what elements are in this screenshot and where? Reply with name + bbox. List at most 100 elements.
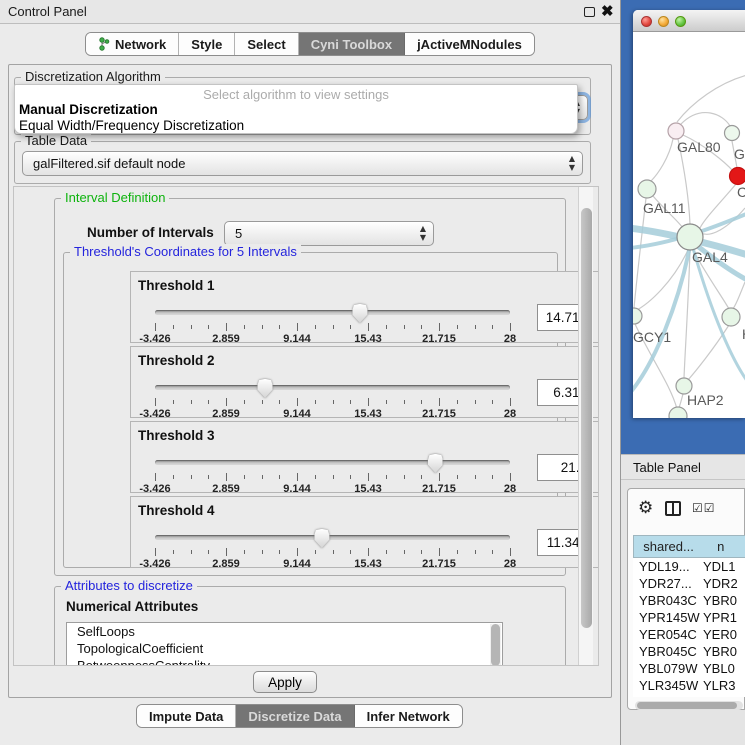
bottom-tab-infer-network[interactable]: Infer Network [355,705,462,727]
cell-name: YBR0 [703,643,745,660]
close-traffic-light[interactable] [641,16,652,27]
dropdown-hint-item[interactable]: Select algorithm to view settings [15,87,577,102]
combo-arrows-icon: ▲▼ [569,154,575,172]
threshold-slider[interactable]: -3.4262.8599.14415.4321.71528 [155,310,510,340]
table-row[interactable]: YIL052CYIL0 [633,694,745,697]
network-node[interactable] [722,308,740,326]
table-data-group-title: Table Data [21,133,91,148]
threshold-label: Threshold 3 [138,428,215,443]
settings-scroll-area: Interval Definition Number of Intervals … [13,186,599,666]
minimize-traffic-light[interactable] [658,16,669,27]
settings-scrollbar-thumb[interactable] [581,208,592,628]
close-icon[interactable]: ✖ [601,2,614,20]
table-row[interactable]: YPR145WYPR1 [633,609,745,626]
node-label-hap2: HAP2 [687,392,724,408]
cell-shared-name: YER054C [633,626,703,643]
threshold-label: Threshold 4 [138,503,215,518]
tab-network[interactable]: Network [86,33,179,55]
threshold-slider[interactable]: -3.4262.8599.14415.4321.71528 [155,460,510,490]
num-intervals-combobox[interactable]: 5 ▲▼ [224,221,434,246]
table-horizontal-scrollbar[interactable] [635,701,743,710]
cell-shared-name: YIL052C [633,694,703,697]
column-header-n[interactable]: n [703,535,745,558]
table-row[interactable]: YBR045CYBR0 [633,643,745,660]
network-window-titlebar[interactable] [633,10,745,32]
network-node[interactable] [668,123,684,139]
gear-icon[interactable]: ⚙ [638,498,653,518]
network-node[interactable] [669,407,687,418]
table-row[interactable]: YER054CYER0 [633,626,745,643]
tab-cyni-toolbox[interactable]: Cyni Toolbox [299,33,405,55]
table-data-combobox[interactable]: galFiltered.sif default node ▲▼ [22,151,583,176]
column-header-shared[interactable]: shared... [633,535,703,558]
columns-icon[interactable] [665,501,681,516]
table-row[interactable]: YDR27...YDR2 [633,575,745,592]
network-node[interactable] [633,308,642,324]
zoom-traffic-light[interactable] [675,16,686,27]
threshold-slider[interactable]: -3.4262.8599.14415.4321.71528 [155,535,510,565]
network-node[interactable] [730,168,745,185]
network-edge [651,139,673,181]
tab-label: jActiveMNodules [417,37,522,52]
slider-track[interactable] [155,460,510,465]
bottom-tab-discretize-data[interactable]: Discretize Data [236,705,354,727]
tab-jactivemnodules[interactable]: jActiveMNodules [405,33,534,55]
cell-shared-name: YBR045C [633,643,703,660]
bottom-tab-bar: Impute DataDiscretize DataInfer Network [136,704,463,728]
slider-thumb[interactable] [258,379,273,398]
cell-name: YBL0 [703,660,745,677]
threshold-2-box: Threshold 2-3.4262.8599.14415.4321.71528… [130,346,599,418]
network-node[interactable] [677,224,703,250]
table-row[interactable]: YBL079WYBL0 [633,660,745,677]
network-node[interactable] [725,126,740,141]
node-label-gal4: GAL4 [692,249,728,265]
table-row[interactable]: YBR043CYBR0 [633,592,745,609]
attributes-scrollbar[interactable] [490,624,501,666]
interval-definition-title: Interval Definition [61,190,169,205]
cell-shared-name: YDL19... [633,558,703,575]
network-edge [677,74,745,122]
slider-track[interactable] [155,310,510,315]
float-icon[interactable] [584,7,595,17]
network-node[interactable] [638,180,656,198]
table-row[interactable]: YLR345WYLR3 [633,677,745,694]
attribute-item-betweennesscentrality[interactable]: BetweennessCentrality [67,657,502,666]
algorithm-group-title: Discretization Algorithm [21,69,165,84]
table-data-value: galFiltered.sif default node [33,156,185,171]
attributes-scrollbar-thumb[interactable] [491,624,500,666]
slider-thumb[interactable] [352,304,367,323]
slider-tick-labels: -3.4262.8599.14415.4321.71528 [155,408,510,420]
attribute-item-selfloops[interactable]: SelfLoops [67,623,502,640]
network-canvas[interactable]: GAL80GACGAL11GAL4GCY1HHAP2 [633,32,745,418]
numerical-attributes-list[interactable]: SelfLoopsTopologicalCoefficientBetweenne… [66,622,503,666]
node-table: shared...n [633,535,745,558]
tab-style[interactable]: Style [179,33,235,55]
apply-button[interactable]: Apply [253,671,317,693]
slider-ticks [155,398,510,406]
threshold-slider[interactable]: -3.4262.8599.14415.4321.71528 [155,385,510,415]
table-row[interactable]: YDL19...YDL1 [633,558,745,575]
slider-thumb[interactable] [314,529,329,548]
table-hscrollbar-thumb[interactable] [637,702,737,709]
table-header-row[interactable]: shared...n [633,535,745,558]
cell-name: YLR3 [703,677,745,694]
tab-select[interactable]: Select [235,33,298,55]
combo-arrows-icon: ▲▼ [420,224,426,242]
select-all-checkboxes-icon[interactable]: ☑☑ [692,501,716,515]
table-rows: YDL19...YDL1YDR27...YDR2YBR043CYBR0YPR14… [633,558,745,697]
attributes-group-title: Attributes to discretize [61,578,197,593]
threshold-1-box: Threshold 1-3.4262.8599.14415.4321.71528… [130,271,599,343]
bottom-tab-impute-data[interactable]: Impute Data [137,705,236,727]
tab-label: Style [191,37,222,52]
slider-thumb[interactable] [428,454,443,473]
network-view-window: GAL80GACGAL11GAL4GCY1HHAP2 [633,10,745,418]
dropdown-item-equal-width-frequency-discretization[interactable]: Equal Width/Frequency Discretization [18,118,563,133]
cell-shared-name: YLR345W [633,677,703,694]
threshold-4-box: Threshold 4 -3.4262.8599.14415.4321.71528… [130,496,599,568]
slider-track[interactable] [155,535,510,540]
attribute-item-topologicalcoefficient[interactable]: TopologicalCoefficient [67,640,502,657]
node-label-gal11: GAL11 [643,200,686,216]
dropdown-item-manual-discretization[interactable]: Manual Discretization [18,102,563,117]
slider-track[interactable] [155,385,510,390]
settings-vertical-scrollbar[interactable] [578,187,593,665]
